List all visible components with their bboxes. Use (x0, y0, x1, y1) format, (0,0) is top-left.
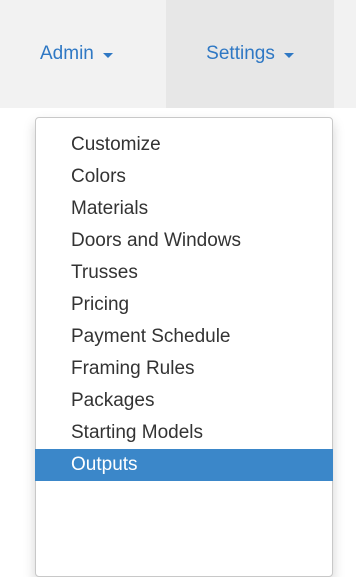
caret-down-icon (283, 52, 294, 58)
nav-admin-dropdown[interactable]: Admin (0, 0, 166, 108)
settings-dropdown-menu: Customize Colors Materials Doors and Win… (35, 117, 333, 577)
menu-item-starting-models[interactable]: Starting Models (35, 417, 333, 449)
menu-item-customize[interactable]: Customize (35, 129, 333, 161)
menu-item-materials[interactable]: Materials (35, 193, 333, 225)
menu-item-pricing[interactable]: Pricing (35, 289, 333, 321)
menu-item-colors[interactable]: Colors (35, 161, 333, 193)
menu-item-outputs[interactable]: Outputs (35, 449, 333, 481)
menu-item-doors-and-windows[interactable]: Doors and Windows (35, 225, 333, 257)
menu-item-trusses[interactable]: Trusses (35, 257, 333, 289)
nav-settings-label: Settings (206, 43, 275, 64)
navbar: Admin Settings (0, 0, 356, 108)
menu-item-payment-schedule[interactable]: Payment Schedule (35, 321, 333, 353)
menu-item-framing-rules[interactable]: Framing Rules (35, 353, 333, 385)
menu-item-packages[interactable]: Packages (35, 385, 333, 417)
caret-down-icon (102, 52, 113, 58)
nav-settings-dropdown[interactable]: Settings (166, 0, 334, 108)
nav-admin-label: Admin (40, 43, 94, 64)
